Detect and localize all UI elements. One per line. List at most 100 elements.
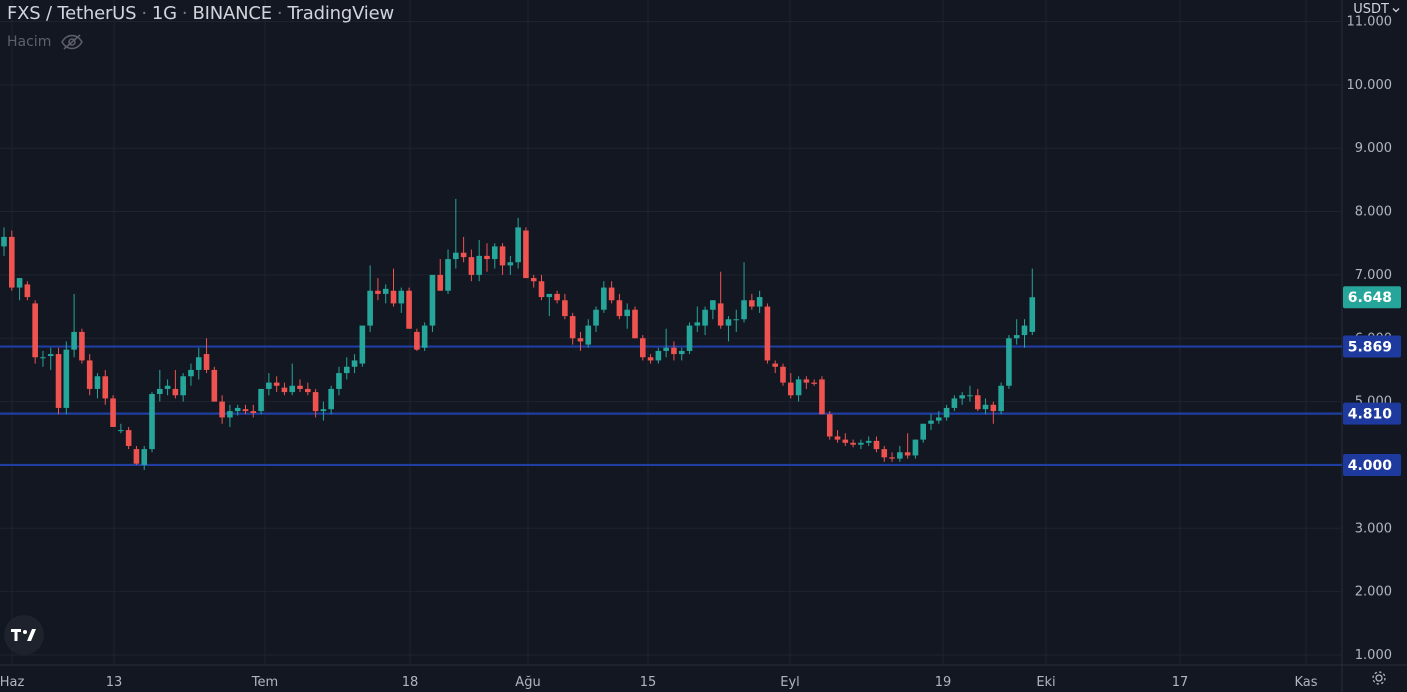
- candle: [188, 363, 194, 386]
- candle: [881, 445, 888, 462]
- candle: [702, 306, 708, 336]
- candle: [686, 322, 693, 355]
- candle-body: [133, 449, 140, 464]
- candle: [819, 376, 825, 415]
- candle-body: [834, 436, 841, 440]
- candle-body: [1, 236, 7, 247]
- candle-body: [468, 257, 475, 275]
- candle: [79, 328, 85, 364]
- candle: [336, 366, 342, 396]
- candle-body: [577, 338, 584, 342]
- currency-selector[interactable]: USDT: [1353, 2, 1401, 17]
- price-tick-label: 10.000: [1347, 78, 1393, 93]
- candle-body: [608, 287, 615, 301]
- currency-label: USDT: [1353, 2, 1389, 17]
- interval[interactable]: 1G: [152, 3, 177, 24]
- candle-body: [437, 274, 444, 291]
- candle: [655, 347, 662, 364]
- candle: [414, 328, 420, 351]
- candle-body: [912, 439, 919, 456]
- candle: [351, 354, 358, 374]
- candle-body: [920, 423, 927, 440]
- candle-body: [289, 385, 296, 393]
- hline-price-label: 4.000: [1343, 453, 1401, 476]
- candle-body: [180, 376, 186, 396]
- candle-body: [71, 331, 77, 350]
- candle-body: [515, 227, 521, 263]
- candle: [398, 287, 405, 313]
- candle: [803, 376, 810, 389]
- candle: [86, 354, 93, 396]
- candle: [756, 290, 763, 313]
- candle: [725, 316, 732, 342]
- candle-body: [554, 293, 560, 301]
- candle: [749, 293, 755, 310]
- candle-body: [881, 449, 888, 458]
- eye-off-icon[interactable]: [61, 34, 84, 50]
- candle-body: [320, 409, 327, 412]
- candle-body: [398, 290, 405, 304]
- candle-body: [998, 385, 1004, 412]
- candle-body: [351, 360, 358, 367]
- candle: [842, 433, 849, 446]
- candle-body: [47, 354, 54, 356]
- candle: [133, 445, 140, 465]
- candle-body: [336, 373, 342, 389]
- candle-body: [990, 404, 997, 412]
- candle: [974, 388, 981, 412]
- candle: [195, 347, 202, 380]
- candle: [647, 354, 654, 364]
- candle-body: [538, 281, 545, 298]
- gear-icon: [1372, 671, 1386, 685]
- tradingview-logo-icon: [11, 629, 36, 641]
- candle-body: [367, 290, 373, 326]
- candle: [281, 382, 288, 396]
- candle: [164, 379, 171, 396]
- candle-body: [328, 388, 334, 410]
- candle-body: [865, 440, 872, 443]
- candle: [624, 303, 630, 329]
- candle: [320, 401, 327, 421]
- symbol-header[interactable]: FXS / TetherUS · 1G · BINANCE · TradingView: [7, 3, 394, 24]
- candle: [125, 426, 132, 450]
- candle: [671, 341, 677, 361]
- candle: [16, 278, 23, 301]
- candle-body: [780, 366, 786, 383]
- candle: [733, 309, 740, 332]
- time-tick-label: 19: [935, 675, 952, 690]
- time-axis[interactable]: Haz 13 Tem 18 Ağu 15 Eyl 19 Eki 17 Kas: [0, 675, 1318, 690]
- candle: [1021, 319, 1028, 348]
- price-chart[interactable]: 1.0002.0003.0004.0005.0006.0007.0008.000…: [0, 0, 1407, 692]
- candle: [24, 281, 31, 301]
- candle: [710, 300, 716, 320]
- candle: [40, 350, 46, 367]
- tradingview-logo[interactable]: [4, 615, 44, 655]
- volume-legend[interactable]: Hacim: [7, 34, 84, 50]
- candle: [71, 293, 77, 358]
- candle-body: [928, 420, 934, 424]
- candle: [55, 347, 62, 415]
- candle-body: [546, 293, 553, 298]
- candle-body: [795, 379, 802, 396]
- candle: [554, 290, 560, 304]
- candle: [172, 369, 179, 399]
- candle-body: [203, 354, 210, 370]
- settings-button[interactable]: [1370, 669, 1388, 692]
- candle-body: [305, 388, 311, 393]
- candle-body: [125, 430, 132, 446]
- candle: [873, 436, 880, 453]
- candle: [943, 404, 950, 421]
- symbol-name[interactable]: FXS / TetherUS: [7, 3, 137, 24]
- candle-body: [1013, 335, 1020, 339]
- candle-body: [227, 411, 233, 418]
- candle: [967, 385, 973, 402]
- candle: [227, 404, 233, 427]
- candle-body: [639, 338, 646, 358]
- candle: [951, 395, 958, 412]
- candle-body: [593, 309, 599, 326]
- candle-body: [756, 297, 763, 307]
- candle-body: [889, 457, 895, 459]
- candle-body: [787, 382, 794, 396]
- data-provider: TradingView: [287, 3, 394, 24]
- candle: [421, 322, 428, 351]
